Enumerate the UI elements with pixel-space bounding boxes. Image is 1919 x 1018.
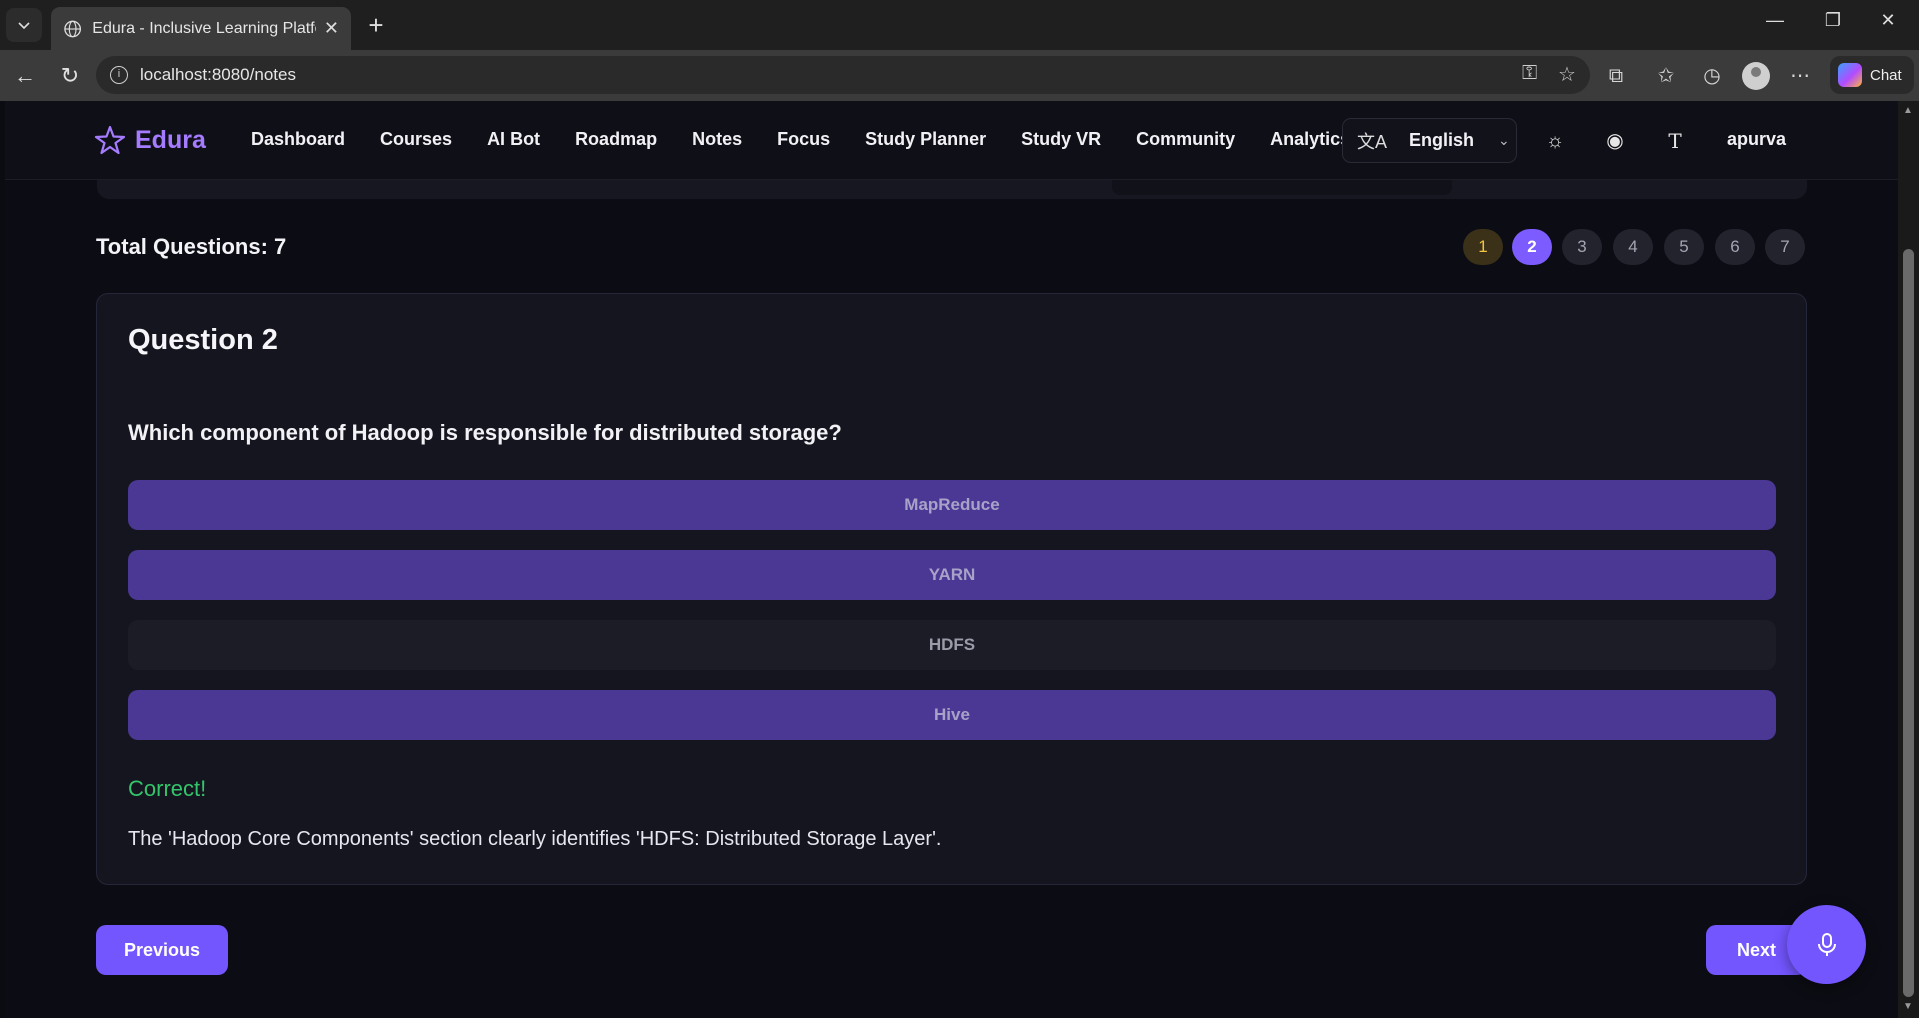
copilot-chat-button[interactable]: Chat [1830,56,1914,94]
favorites-icon[interactable]: ✩ [1652,62,1680,90]
chevron-down-icon: ⌄ [1498,132,1510,148]
page-content: Edura Dashboard Courses AI Bot Roadmap N… [5,101,1898,1018]
back-arrow-icon[interactable]: ← [11,62,39,90]
nav-notes[interactable]: Notes [692,129,742,150]
question-text: Which component of Hadoop is responsible… [128,420,842,445]
answer-explanation: The 'Hadoop Core Components' section cle… [128,828,942,850]
nav-study-planner[interactable]: Study Planner [865,129,986,150]
nav-study-vr[interactable]: Study VR [1021,129,1101,150]
brand-name: Edura [135,125,206,154]
answer-feedback: Correct! [128,776,207,801]
question-title: Question 2 [128,324,278,356]
question-nav-2[interactable]: 2 [1512,229,1552,265]
question-nav-7[interactable]: 7 [1765,229,1805,265]
page-scrollbar[interactable]: ▲ ▼ [1898,101,1919,1018]
translate-icon: 文A [1357,131,1388,152]
nav-community[interactable]: Community [1136,129,1235,150]
user-name[interactable]: apurva [1727,129,1786,150]
eye-icon[interactable]: ◉ [1602,128,1628,154]
nav-analytics[interactable]: Analytics [1270,129,1350,150]
chevron-down-icon [18,22,30,30]
question-nav-5[interactable]: 5 [1664,229,1704,265]
window-close-button[interactable]: ✕ [1868,10,1908,31]
option-hdfs-correct[interactable]: HDFS [128,620,1776,670]
new-tab-button[interactable]: + [362,12,390,40]
option-mapreduce[interactable]: MapReduce [128,480,1776,530]
voice-assistant-button[interactable] [1787,905,1866,984]
chat-label: Chat [1870,66,1902,84]
app-navbar: Edura Dashboard Courses AI Bot Roadmap N… [5,101,1898,180]
question-nav-4[interactable]: 4 [1613,229,1653,265]
site-info-icon[interactable]: i [110,66,128,84]
total-questions: Total Questions: 7 [96,234,287,259]
scroll-down-arrow[interactable]: ▼ [1903,1001,1913,1012]
minimize-button[interactable]: — [1755,10,1795,31]
language-select[interactable]: 文A English ⌄ [1342,118,1517,163]
key-icon[interactable]: ⚿ [1522,62,1537,85]
question-nav-3[interactable]: 3 [1562,229,1602,265]
question-nav-1[interactable]: 1 [1463,229,1503,265]
copilot-icon [1838,63,1862,87]
more-menu-icon[interactable]: ⋯ [1786,62,1814,90]
microphone-icon [1817,932,1836,956]
option-hive[interactable]: Hive [128,690,1776,740]
reload-icon[interactable]: ↻ [56,62,84,90]
url-text: localhost:8080/notes [140,65,296,84]
browser-tab[interactable]: Edura - Inclusive Learning Platform ✕ [51,7,351,50]
restore-button[interactable]: ❐ [1813,10,1853,31]
extensions-icon[interactable]: ⧉ [1602,62,1630,90]
tab-list-button[interactable] [6,8,42,42]
favorite-star-icon[interactable]: ☆ [1558,62,1576,87]
sparkle-star-icon [94,125,126,155]
nav-dashboard[interactable]: Dashboard [251,129,345,150]
question-nav-6[interactable]: 6 [1715,229,1755,265]
profile-avatar[interactable] [1742,62,1770,90]
theme-sun-icon[interactable]: ☼ [1542,128,1568,154]
nav-ai-bot[interactable]: AI Bot [487,129,540,150]
scrollbar-thumb[interactable] [1903,249,1914,997]
scroll-up-arrow[interactable]: ▲ [1903,105,1913,116]
tab-title: Edura - Inclusive Learning Platform [92,19,316,37]
nav-focus[interactable]: Focus [777,129,830,150]
language-value: English [1409,130,1475,150]
brand-logo[interactable]: Edura [93,125,206,155]
nav-courses[interactable]: Courses [380,129,452,150]
address-bar[interactable]: i localhost:8080/notes [96,56,1590,94]
nav-roadmap[interactable]: Roadmap [575,129,657,150]
nav-links: Dashboard Courses AI Bot Roadmap Notes F… [251,129,1385,150]
history-icon[interactable]: ◷ [1698,62,1726,90]
globe-icon [64,20,82,37]
option-yarn[interactable]: YARN [128,550,1776,600]
previous-button[interactable]: Previous [96,925,228,975]
text-size-icon[interactable]: T [1662,128,1688,154]
browser-tab-bar: Edura - Inclusive Learning Platform ✕ + … [0,0,1919,50]
tab-close-icon[interactable]: ✕ [324,18,339,39]
question-card: Question 2 Which component of Hadoop is … [96,293,1807,885]
